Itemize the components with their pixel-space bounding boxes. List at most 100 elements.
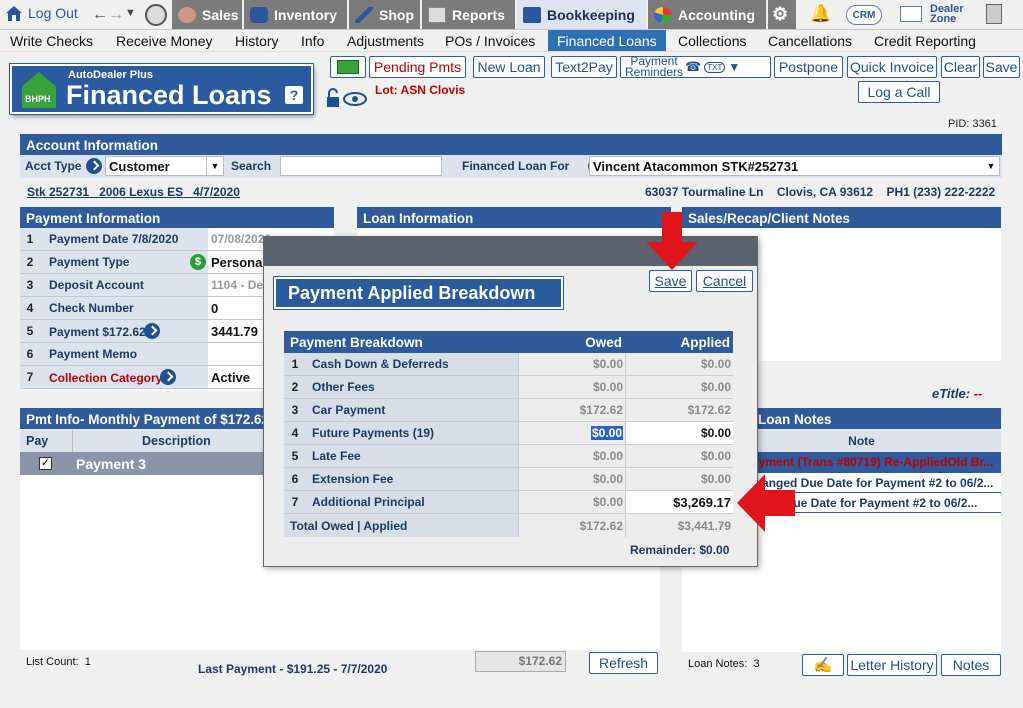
submenu-history[interactable]: History xyxy=(230,32,284,50)
breakdown-applied: $0.00 xyxy=(625,353,733,375)
payment-date-input[interactable]: 07/08/2020 xyxy=(208,232,271,246)
money-icon xyxy=(337,60,359,74)
payment-amount-input[interactable]: 3441.79 xyxy=(208,324,258,339)
pen-signature-icon: ✍ xyxy=(813,657,833,674)
help-icon[interactable]: ? xyxy=(285,86,303,104)
collection-category-select[interactable]: Active xyxy=(208,370,250,385)
dealer-zone-link[interactable]: Dealer Zone xyxy=(930,4,964,25)
breakdown-owed[interactable]: $0.00 xyxy=(518,422,625,444)
additional-principal-applied-input[interactable]: $3,269.17 xyxy=(625,491,733,513)
breakdown-desc: Additional Principal xyxy=(306,491,518,513)
submenu-receive-money[interactable]: Receive Money xyxy=(111,32,218,50)
financed-loan-for-select[interactable]: Vincent Atacommon STK#252731 xyxy=(589,156,1000,176)
dealer-zone-icon[interactable] xyxy=(900,6,922,22)
payment-applied-breakdown-dialog: Payment Applied Breakdown Save Cancel Pa… xyxy=(263,236,758,567)
text2pay-button[interactable]: Text2Pay xyxy=(551,56,617,78)
deposit-button[interactable] xyxy=(330,56,366,78)
chevron-down-icon[interactable]: ▼ xyxy=(982,156,1000,176)
calculator-icon[interactable] xyxy=(986,4,1002,24)
save-button[interactable]: Save xyxy=(983,56,1020,78)
crm-button[interactable]: CRM xyxy=(846,5,882,25)
submenu-credit-reporting[interactable]: Credit Reporting xyxy=(869,32,981,50)
check-number-label: Check Number xyxy=(40,297,208,319)
deposit-account-select[interactable]: 1104 - De xyxy=(208,278,263,292)
breakdown-owed: $172.62 xyxy=(518,399,625,421)
payment-link-icon[interactable] xyxy=(143,323,160,339)
total-owed: $172.62 xyxy=(518,514,625,537)
remainder-label: Remainder: $0.00 xyxy=(630,543,730,557)
page-logo: BHPH AutoDealer Plus Financed Loans ? xyxy=(10,64,313,114)
submenu-write-checks[interactable]: Write Checks xyxy=(5,32,98,50)
history-dropdown-icon[interactable]: ▼ xyxy=(125,7,136,19)
collection-link-icon[interactable] xyxy=(160,369,177,385)
car-icon xyxy=(250,6,268,23)
user-avatar-icon[interactable] xyxy=(145,4,167,26)
eye-icon[interactable] xyxy=(343,92,367,106)
report-icon xyxy=(428,6,446,23)
payment-amount-label: Payment $172.62 xyxy=(49,325,146,339)
settings-button[interactable]: ⚙ xyxy=(768,0,796,29)
book-icon xyxy=(523,6,541,23)
account-info-row: Acct Type Customer ▼ Search Financed Loa… xyxy=(20,155,1002,178)
notes-button[interactable]: Notes xyxy=(941,654,1001,676)
nav-bookkeeping[interactable]: Bookkeeping xyxy=(517,0,646,29)
breakdown-applied: $172.62 xyxy=(625,399,733,421)
payment-reminders-button[interactable]: Payment Reminders ☎ TXT ▼ xyxy=(620,55,771,79)
col-applied: Applied xyxy=(680,334,731,350)
acct-type-value: Customer xyxy=(109,158,170,174)
chevron-down-icon[interactable]: ▼ xyxy=(206,156,224,176)
col-payment-breakdown: Payment Breakdown xyxy=(290,334,423,350)
submenu-financed-loans[interactable]: Financed Loans xyxy=(548,30,666,51)
nav-sales-label: Sales xyxy=(202,6,239,23)
payment-reminders-line2: Reminders xyxy=(625,65,684,79)
payment-type-label-cell: Payment Type $ xyxy=(40,251,208,273)
txt-icon: TXT xyxy=(704,61,726,73)
log-a-call-button[interactable]: Log a Call xyxy=(858,81,940,103)
nav-shop[interactable]: Shop xyxy=(349,0,420,29)
stock-number: Stk 252731 xyxy=(27,185,90,199)
search-input[interactable] xyxy=(280,156,442,176)
submenu-adjustments[interactable]: Adjustments xyxy=(342,32,429,50)
payment-type-select[interactable]: Personal xyxy=(208,255,266,270)
check-number-input[interactable]: 0 xyxy=(208,301,218,316)
nav-reports[interactable]: Reports xyxy=(422,0,515,29)
dialog-cancel-button[interactable]: Cancel xyxy=(696,270,753,292)
address-street: 63037 Tourmaline Ln xyxy=(645,185,764,199)
row-number: 5 xyxy=(284,445,306,467)
forward-arrow-icon[interactable]: → xyxy=(108,6,124,24)
dialog-save-button[interactable]: Save xyxy=(649,270,692,292)
back-arrow-icon[interactable]: ← xyxy=(92,6,108,24)
vehicle-link[interactable]: Stk 252731 2006 Lexus ES 4/7/2020 xyxy=(27,185,240,199)
submenu-pos-invoices[interactable]: POs / Invoices xyxy=(440,32,540,50)
etitle-label: eTitle: xyxy=(932,386,971,401)
postpone-button[interactable]: Postpone xyxy=(774,56,843,78)
nav-accounting[interactable]: Accounting xyxy=(648,0,766,29)
row-number: 1 xyxy=(284,353,306,375)
submenu-cancellations[interactable]: Cancellations xyxy=(763,32,857,50)
row-number: 4 xyxy=(284,422,306,444)
clear-button[interactable]: Clear xyxy=(941,56,980,78)
submenu-info[interactable]: Info xyxy=(296,32,329,50)
bell-icon[interactable]: 🔔 xyxy=(810,4,831,24)
letter-history-button[interactable]: Letter History xyxy=(847,654,937,676)
nav-sales[interactable]: Sales xyxy=(172,0,242,29)
unlock-icon[interactable] xyxy=(326,88,340,108)
pay-checkbox[interactable]: ✓ xyxy=(39,457,52,470)
sales-notes-header: Sales/Recap/Client Notes xyxy=(682,207,1001,228)
signature-button[interactable]: ✍ xyxy=(802,654,844,676)
logout-label: Log Out xyxy=(28,5,78,21)
new-loan-button[interactable]: New Loan xyxy=(473,56,545,78)
future-payments-applied-input[interactable]: $0.00 xyxy=(625,422,733,444)
submenu-collections[interactable]: Collections xyxy=(673,32,751,50)
acct-type-link-icon[interactable] xyxy=(86,158,102,174)
pending-pmts-button[interactable]: Pending Pmts xyxy=(369,56,466,78)
quick-invoice-button[interactable]: Quick Invoice xyxy=(847,56,937,78)
dollar-icon[interactable]: $ xyxy=(190,254,206,270)
logout-link[interactable]: Log Out xyxy=(4,4,78,22)
refresh-button[interactable]: Refresh xyxy=(589,652,658,674)
breakdown-row: 1 Cash Down & Deferreds $0.00 $0.00 xyxy=(284,353,733,376)
nav-inventory[interactable]: Inventory xyxy=(244,0,347,29)
financed-loan-for-label: Financed Loan For xyxy=(462,159,570,173)
breakdown-row: 4 Future Payments (19) $0.00 $0.00 xyxy=(284,422,733,445)
breakdown-owed: $0.00 xyxy=(518,353,625,375)
